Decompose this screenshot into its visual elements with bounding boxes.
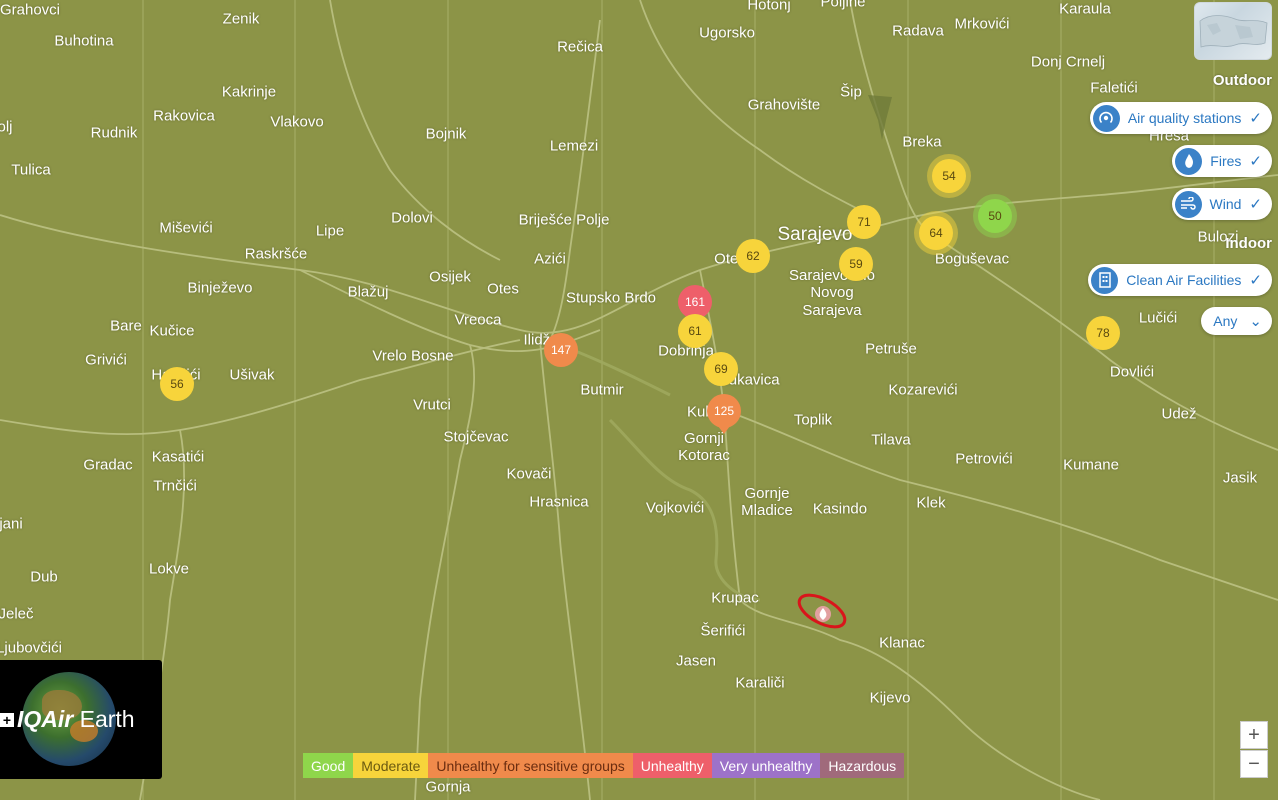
clean-air-facilities-toggle[interactable]: Clean Air Facilities ✓ [1088, 264, 1272, 296]
wind-icon [1174, 190, 1202, 218]
legend-item[interactable]: Good [303, 753, 354, 778]
legend-item[interactable]: Unhealthy [632, 753, 712, 778]
building-icon [1091, 266, 1119, 294]
fires-toggle[interactable]: Fires ✓ [1172, 145, 1272, 177]
aqi-marker[interactable]: 125 [707, 394, 741, 428]
air-quality-stations-toggle[interactable]: Air quality stations ✓ [1089, 102, 1272, 134]
aqi-marker[interactable]: 61 [678, 314, 712, 348]
checkmark-icon: ✓ [1249, 272, 1262, 289]
iqair-earth-logo[interactable]: + IQAir Earth [0, 660, 162, 779]
brand-wordmark: + IQAir Earth [0, 706, 135, 733]
plus-icon: + [0, 713, 14, 727]
aqi-marker[interactable]: 147 [544, 333, 578, 367]
wind-label: Wind [1209, 196, 1242, 212]
checkmark-icon: ✓ [1249, 110, 1262, 127]
clean-air-facilities-label: Clean Air Facilities [1126, 272, 1242, 288]
wind-toggle[interactable]: Wind ✓ [1171, 188, 1272, 220]
fires-label: Fires [1210, 153, 1242, 169]
aqi-marker[interactable]: 78 [1086, 316, 1120, 350]
indoor-title: Indoor [1225, 235, 1272, 252]
map-canvas[interactable]: Grahovci Zenik Hotonj Poljine Radava Mrkovići… [0, 0, 1278, 800]
flame-icon [1175, 147, 1203, 175]
aqi-marker[interactable]: 50 [978, 199, 1012, 233]
map-roads [0, 0, 1278, 800]
aqi-legend: Good Moderate Unhealthy for sensitive grou… [303, 753, 905, 778]
legend-item[interactable]: Unhealthy for sensitive groups [428, 753, 633, 778]
aqi-marker[interactable]: 71 [847, 205, 881, 239]
aqi-marker[interactable]: 64 [919, 216, 953, 250]
legend-item[interactable]: Hazardous [820, 753, 905, 778]
zoom-in-button[interactable]: + [1240, 721, 1268, 749]
facility-filter-value: Any [1213, 313, 1238, 329]
aqi-marker[interactable]: 69 [704, 352, 738, 386]
air-quality-stations-label: Air quality stations [1127, 110, 1242, 126]
outdoor-title: Outdoor [1212, 72, 1272, 89]
aqi-marker[interactable]: 62 [736, 239, 770, 273]
aqi-marker[interactable]: 59 [839, 247, 873, 281]
facility-filter-select[interactable]: Any ⌄ [1201, 307, 1272, 335]
checkmark-icon: ✓ [1249, 153, 1262, 170]
brand-name: IQAir [17, 706, 74, 732]
aqi-marker[interactable]: 54 [932, 159, 966, 193]
zoom-out-button[interactable]: − [1240, 750, 1268, 778]
basemap-thumbnail[interactable] [1194, 2, 1272, 60]
legend-item[interactable]: Moderate [353, 753, 429, 778]
checkmark-icon: ✓ [1249, 196, 1262, 213]
world-map-icon [1199, 15, 1268, 48]
aqi-marker[interactable]: 56 [160, 367, 194, 401]
brand-suffix: Earth [73, 706, 135, 732]
legend-item[interactable]: Very unhealthy [711, 753, 821, 778]
broadcast-icon [1092, 104, 1120, 132]
chevron-down-icon: ⌄ [1249, 313, 1262, 330]
